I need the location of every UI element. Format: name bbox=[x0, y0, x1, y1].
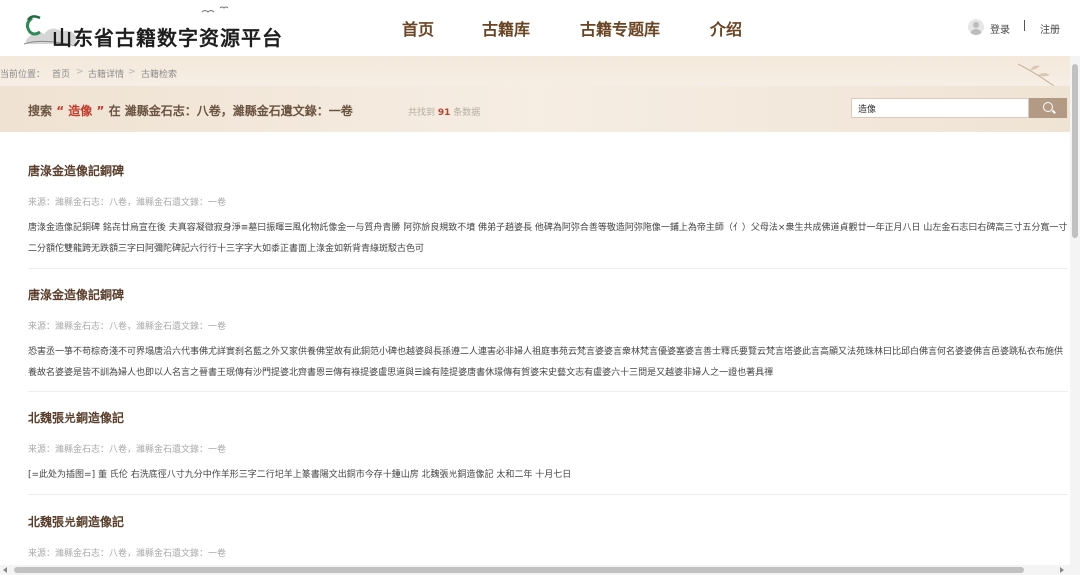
list-item: 唐淥金造像記銅碑 来源：濰縣金石志：八卷，濰縣金石遺文錄：一卷 唐淥金造像記銅碑… bbox=[28, 162, 1068, 262]
register-link[interactable]: 注册 bbox=[1040, 21, 1060, 36]
breadcrumb-prefix: 当前位置： bbox=[0, 70, 46, 80]
search-summary: 搜索 “ 造像 ” 在 濰縣金石志：八卷，濰縣金石遺文錄：一卷 bbox=[28, 102, 353, 119]
site-header: 山东省古籍数字资源平台 首页 古籍库 古籍专题库 介绍 登录 注册 bbox=[0, 0, 1080, 56]
nav-about[interactable]: 介绍 bbox=[710, 16, 742, 40]
result-snippet: [=此处为插图=] 董 氏伦 右洗底徑八寸九分中作羊形三字二行𡉏羊上篆書陽文出銅… bbox=[28, 470, 572, 480]
vertical-scroll-thumb[interactable] bbox=[1072, 64, 1078, 238]
result-snippet: 恐害丞一箏不苟棕奇淺不可界塌唐沿六代事佛尤詳實刹名藍之外又家供養佛堂故有此銅范小… bbox=[28, 347, 1064, 378]
horizontal-scrollbar[interactable] bbox=[0, 565, 1080, 575]
search-quote-close: ” bbox=[96, 104, 105, 118]
search-keyword: 造像 bbox=[68, 104, 93, 118]
result-title[interactable]: 北魏張𡵉銅造像記 bbox=[28, 513, 124, 530]
result-title[interactable]: 唐淥金造像記銅碑 bbox=[28, 286, 124, 303]
search-button[interactable] bbox=[1029, 98, 1067, 118]
nav-home[interactable]: 首页 bbox=[402, 16, 434, 40]
breadcrumb-item-search: 古籍检索 bbox=[141, 70, 178, 80]
birds-icon bbox=[201, 6, 229, 13]
branch-decoration-icon bbox=[1017, 63, 1055, 87]
breadcrumb-item-home[interactable]: 首页 bbox=[52, 67, 70, 80]
result-title[interactable]: 北魏張𡵉銅造像記 bbox=[28, 409, 124, 426]
vertical-scrollbar[interactable] bbox=[1070, 56, 1080, 565]
user-avatar-icon[interactable] bbox=[968, 19, 984, 35]
result-count-number: 91 bbox=[437, 108, 451, 118]
result-source: 来源：濰縣金石志：八卷，濰縣金石遺文錄：一卷 bbox=[28, 445, 227, 455]
result-title[interactable]: 唐淥金造像記銅碑 bbox=[28, 162, 124, 179]
breadcrumb-separator: > bbox=[128, 67, 136, 77]
login-link[interactable]: 登录 bbox=[990, 21, 1010, 36]
result-count-prefix: 共找到 bbox=[408, 108, 436, 118]
result-divider bbox=[28, 391, 1068, 392]
user-separator bbox=[1024, 20, 1025, 31]
result-divider bbox=[28, 494, 1068, 495]
search-scope: 濰縣金石志：八卷，濰縣金石遺文錄：一卷 bbox=[124, 104, 353, 118]
result-divider bbox=[28, 268, 1068, 269]
site-logo[interactable]: 山东省古籍数字资源平台 bbox=[22, 6, 282, 50]
result-source: 来源：濰縣金石志：八卷，濰縣金石遺文錄：一卷 bbox=[28, 549, 227, 559]
list-item: 唐淥金造像記銅碑 来源：濰縣金石志：八卷，濰縣金石遺文錄：一卷 恐害丞一箏不苟棕… bbox=[28, 286, 1068, 386]
result-count: 共找到 91 条数据 bbox=[408, 105, 480, 118]
site-title: 山东省古籍数字资源平台 bbox=[52, 26, 283, 50]
nav-special-collections[interactable]: 古籍专题库 bbox=[580, 16, 660, 40]
search-summary-bar: 搜索 “ 造像 ” 在 濰縣金石志：八卷，濰縣金石遺文錄：一卷 共找到 91 条… bbox=[0, 86, 1070, 132]
result-source: 来源：濰縣金石志：八卷，濰縣金石遺文錄：一卷 bbox=[28, 322, 227, 332]
result-snippet: 唐淥金造像記銅碑 銘㐂廿烏宣在後 夫真容凝㣲寂身淨≡墓曰振暉☰風化物託像金一与質… bbox=[28, 223, 1068, 254]
search-quote-open: “ bbox=[56, 104, 65, 118]
horizontal-scroll-thumb[interactable] bbox=[14, 567, 1024, 573]
scroll-left-icon[interactable] bbox=[3, 567, 7, 573]
search-title-mid: 在 bbox=[108, 104, 121, 118]
result-source: 来源：濰縣金石志：八卷，濰縣金石遺文錄：一卷 bbox=[28, 198, 227, 208]
breadcrumb-item-detail[interactable]: 古籍详情 bbox=[88, 67, 124, 80]
nav-ancient-books[interactable]: 古籍库 bbox=[482, 16, 530, 40]
list-item: 北魏張𡵉銅造像記 来源：濰縣金石志：八卷，濰縣金石遺文錄：一卷 [=此处为插图=… bbox=[28, 409, 1068, 489]
search-input[interactable] bbox=[851, 98, 1029, 118]
user-area: 登录 注册 bbox=[968, 18, 1064, 38]
breadcrumb-separator: > bbox=[76, 67, 84, 77]
scroll-right-icon[interactable] bbox=[1060, 567, 1064, 573]
result-count-suffix: 条数据 bbox=[453, 108, 481, 118]
search-title-prefix: 搜索 bbox=[28, 104, 53, 118]
list-item: 北魏張𡵉銅造像記 来源：濰縣金石志：八卷，濰縣金石遺文錄：一卷 bbox=[28, 513, 1068, 563]
